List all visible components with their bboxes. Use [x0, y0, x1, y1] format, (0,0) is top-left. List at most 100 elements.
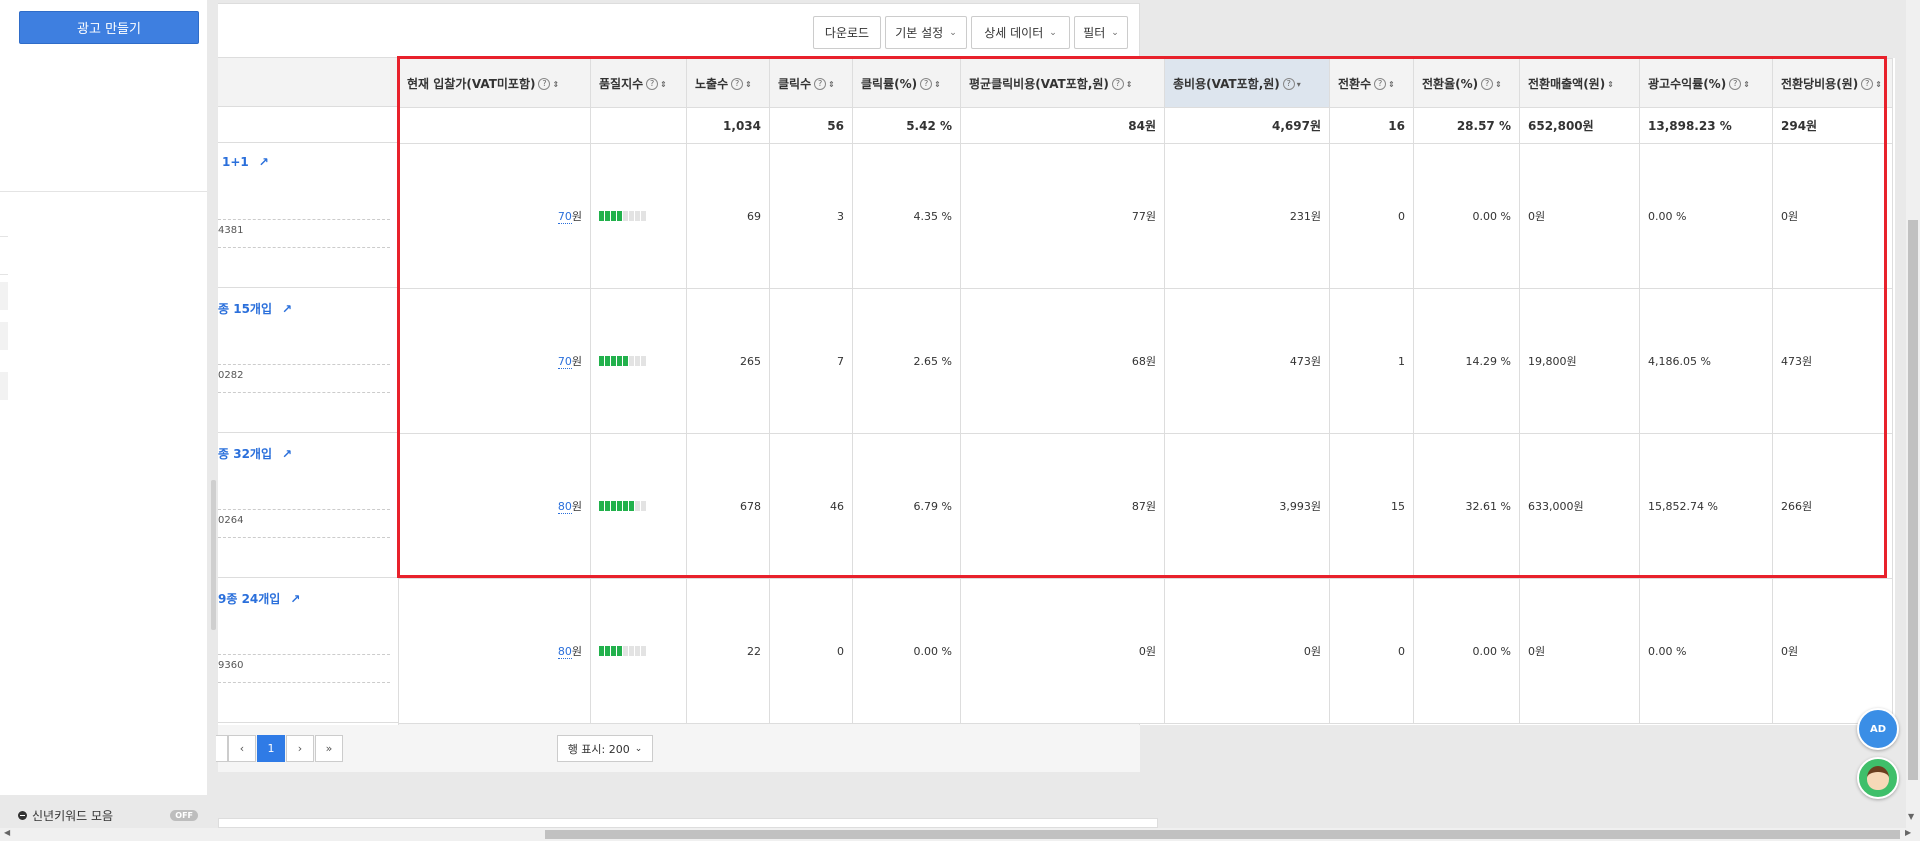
bid-value-link[interactable]: 80 [557, 500, 572, 514]
column-header-cost-per-conversion[interactable]: 전환당비용(원)? ⇕ [1772, 58, 1893, 108]
off-toggle[interactable]: OFF [170, 809, 198, 821]
quality-segment [599, 356, 604, 366]
metric-cell: 3,993원 [1164, 433, 1330, 579]
metric-cell: 7 [769, 288, 853, 434]
column-header-clicks[interactable]: 클릭수? ⇕ [769, 58, 853, 108]
product-name[interactable]: 1+1 [222, 155, 249, 169]
download-button[interactable]: 다운로드 [813, 16, 881, 49]
help-icon[interactable]: ? [1374, 78, 1387, 90]
product-name[interactable]: 종 15개입 [218, 300, 272, 317]
external-link-icon[interactable]: ↗ [259, 155, 269, 169]
product-name[interactable]: 9종 24개입 [218, 590, 280, 607]
column-header-quality-index[interactable]: 품질지수? ⇕ [590, 58, 687, 108]
help-icon[interactable]: ? [646, 78, 659, 90]
metric-cell: 0.00 % [1639, 143, 1773, 289]
help-icon[interactable]: ? [1282, 78, 1295, 90]
column-header-total-cost[interactable]: 총비용(VAT포함,원)? ▾ [1164, 58, 1330, 108]
sort-icon[interactable]: ⇕ [1495, 80, 1502, 89]
divider [218, 537, 390, 538]
sidebar-scrollbar[interactable] [211, 480, 216, 630]
sidebar-block [0, 282, 8, 310]
quality-segment [635, 356, 640, 366]
external-link-icon[interactable]: ↗ [282, 447, 292, 461]
sort-icon[interactable]: ⇕ [1607, 80, 1614, 89]
sort-icon[interactable]: ⇕ [934, 80, 941, 89]
rows-per-page-select[interactable]: 행 표시: 200 ⌄ [557, 735, 653, 762]
sort-icon[interactable]: ⇕ [1875, 80, 1882, 89]
sort-icon[interactable]: ⇕ [1388, 80, 1395, 89]
column-header-current-bid[interactable]: 현재 입찰가(VAT미포함)? ⇕ [398, 58, 591, 108]
name-row: 1+1 ↗ 4381 [218, 143, 399, 288]
filter-dropdown[interactable]: 필터 ⌄ [1074, 16, 1128, 49]
product-link[interactable]: 9종 24개입 ↗ [218, 590, 300, 607]
quality-segment [641, 501, 646, 511]
external-link-icon[interactable]: ↗ [282, 302, 292, 316]
help-icon[interactable]: ? [538, 78, 551, 90]
column-header-conversion-revenue[interactable]: 전환매출액(원) ⇕ [1519, 58, 1640, 108]
divider [218, 682, 390, 683]
column-header-ctr[interactable]: 클릭률(%)? ⇕ [852, 58, 961, 108]
bid-value-link[interactable]: 80 [557, 645, 572, 659]
bid-value-link[interactable]: 70 [557, 210, 572, 224]
sort-icon[interactable]: ⇕ [1126, 80, 1133, 89]
collapse-icon[interactable] [18, 810, 27, 820]
product-id: 0282 [218, 370, 244, 381]
column-header-impressions[interactable]: 노출수? ⇕ [686, 58, 770, 108]
help-icon[interactable]: ? [1729, 78, 1742, 90]
column-header-avg-cpc[interactable]: 평균클릭비용(VAT포함,원)? ⇕ [960, 58, 1165, 108]
new-keyword-label: 신년키워드 모음 [32, 808, 114, 823]
total-cell: 1,034 [686, 107, 770, 144]
metric-cell: 4,186.05 % [1639, 288, 1773, 434]
next-page-button[interactable]: › [286, 735, 314, 762]
sort-icon[interactable]: ⇕ [552, 80, 559, 89]
chat-assistant-button[interactable] [1857, 757, 1899, 799]
metric-cell: 14.29 % [1413, 288, 1520, 434]
product-name[interactable]: 종 32개입 [218, 445, 272, 462]
help-icon[interactable]: ? [1481, 78, 1494, 90]
detail-data-dropdown[interactable]: 상세 데이터 ⌄ [971, 16, 1070, 49]
help-icon[interactable]: ? [731, 78, 744, 90]
column-header-conversion-rate[interactable]: 전환율(%)? ⇕ [1413, 58, 1520, 108]
sort-desc-icon[interactable]: ▾ [1297, 80, 1301, 89]
product-link[interactable]: 1+1 ↗ [222, 155, 269, 169]
vertical-scrollbar-thumb[interactable] [1908, 220, 1918, 780]
metric-cell: 633,000원 [1519, 433, 1640, 579]
basic-settings-dropdown[interactable]: 기본 설정 ⌄ [885, 16, 967, 49]
help-icon[interactable]: ? [1861, 78, 1874, 90]
bid-value-link[interactable]: 70 [557, 355, 572, 369]
last-page-button[interactable]: » [315, 735, 343, 762]
product-link[interactable]: 종 15개입 ↗ [218, 300, 292, 317]
sort-icon[interactable]: ⇕ [660, 80, 667, 89]
create-ad-button[interactable]: 광고 만들기 [19, 11, 199, 44]
column-header-roas[interactable]: 광고수익률(%)? ⇕ [1639, 58, 1773, 108]
new-keyword-collection[interactable]: 신년키워드 모음 OFF [18, 806, 198, 824]
product-id: 4381 [218, 225, 244, 236]
horizontal-scrollbar-thumb[interactable] [545, 830, 1900, 839]
scroll-left-arrow-icon[interactable]: ◀ [4, 828, 10, 837]
scroll-down-arrow-icon[interactable]: ▼ [1908, 812, 1914, 821]
external-link-icon[interactable]: ↗ [290, 592, 300, 606]
metric-cell: 1 [1329, 288, 1414, 434]
help-icon[interactable]: ? [920, 78, 933, 90]
column-label: 전환수 [1338, 76, 1372, 91]
help-icon[interactable]: ? [1111, 78, 1124, 90]
metric-cell: 22 [686, 578, 770, 724]
sort-icon[interactable]: ⇕ [745, 80, 752, 89]
column-header-conversions[interactable]: 전환수? ⇕ [1329, 58, 1414, 108]
total-cell: 4,697원 [1164, 107, 1330, 144]
first-page-button[interactable] [216, 735, 228, 762]
download-label: 다운로드 [824, 26, 870, 40]
current-bid-cell: 80원 [398, 433, 591, 579]
column-label: 클릭률(%) [861, 76, 918, 91]
sort-icon[interactable]: ⇕ [1743, 80, 1750, 89]
help-icon[interactable]: ? [814, 78, 827, 90]
product-link[interactable]: 종 32개입 ↗ [218, 445, 292, 462]
quality-segment [617, 646, 622, 656]
metric-cell: 0원 [1772, 143, 1893, 289]
page-button-current[interactable]: 1 [257, 735, 285, 762]
sort-icon[interactable]: ⇕ [828, 80, 835, 89]
ad-floating-button[interactable]: AD [1857, 708, 1899, 750]
quality-segment [617, 356, 622, 366]
scroll-right-arrow-icon[interactable]: ▶ [1905, 828, 1911, 837]
prev-page-button[interactable]: ‹ [228, 735, 256, 762]
